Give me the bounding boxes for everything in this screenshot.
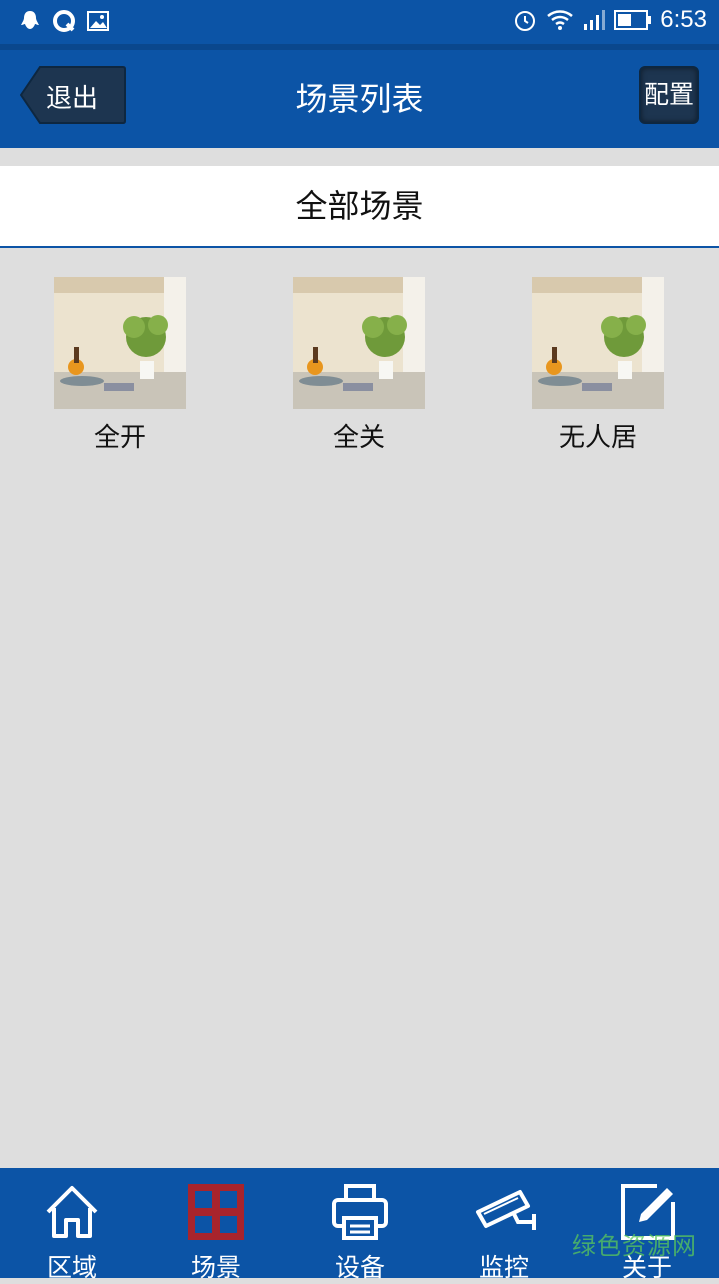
nav-label: 监控 [478,1253,529,1282]
scene-thumbnail [293,277,425,409]
bottom-nav: 区域 场景 设备 监控 关于 [0,1168,719,1282]
status-right-icons: 6:53 [512,6,707,34]
nav-item-device[interactable]: 设备 [288,1168,432,1282]
nav-item-area[interactable]: 区域 [0,1168,144,1282]
notification-bird-icon [21,11,39,29]
scene-item-away[interactable]: 无人居 [518,277,678,454]
scene-item-all-off[interactable]: 全关 [279,277,439,454]
nav-label: 场景 [190,1253,241,1282]
status-bar: 6:53 [0,0,719,44]
nav-label: 区域 [46,1253,97,1282]
grid-icon [188,1184,244,1240]
scene-label: 全开 [93,423,146,453]
nav-item-about[interactable]: 关于 [575,1168,719,1282]
signal-icon [584,10,606,30]
page-title: 场景列表 [295,80,424,118]
scene-thumbnail [532,277,664,409]
header-shade [0,44,719,50]
status-time: 6:53 [660,6,707,33]
qq-icon [53,10,75,32]
nav-item-monitor[interactable]: 监控 [432,1168,576,1282]
scene-item-all-on[interactable]: 全开 [40,277,200,454]
printer-icon [332,1184,388,1240]
watermark: 绿色资源网 [572,1232,697,1260]
image-icon [87,11,109,31]
scene-thumbnail [54,277,186,409]
nav-label: 设备 [334,1253,385,1282]
home-icon [46,1186,98,1238]
scene-label: 全关 [332,423,385,453]
tab-all-scenes[interactable]: 全部场景 [0,166,719,248]
config-button[interactable]: 配置 [639,66,699,124]
app-header: 退出 场景列表 配置 [0,44,719,148]
battery-icon [614,10,652,30]
status-left-icons [18,9,110,33]
nav-item-scene[interactable]: 场景 [144,1168,288,1282]
alarm-icon [515,11,536,31]
wifi-icon [547,10,574,30]
scene-label: 无人居 [558,423,637,453]
camera-icon [476,1190,536,1230]
